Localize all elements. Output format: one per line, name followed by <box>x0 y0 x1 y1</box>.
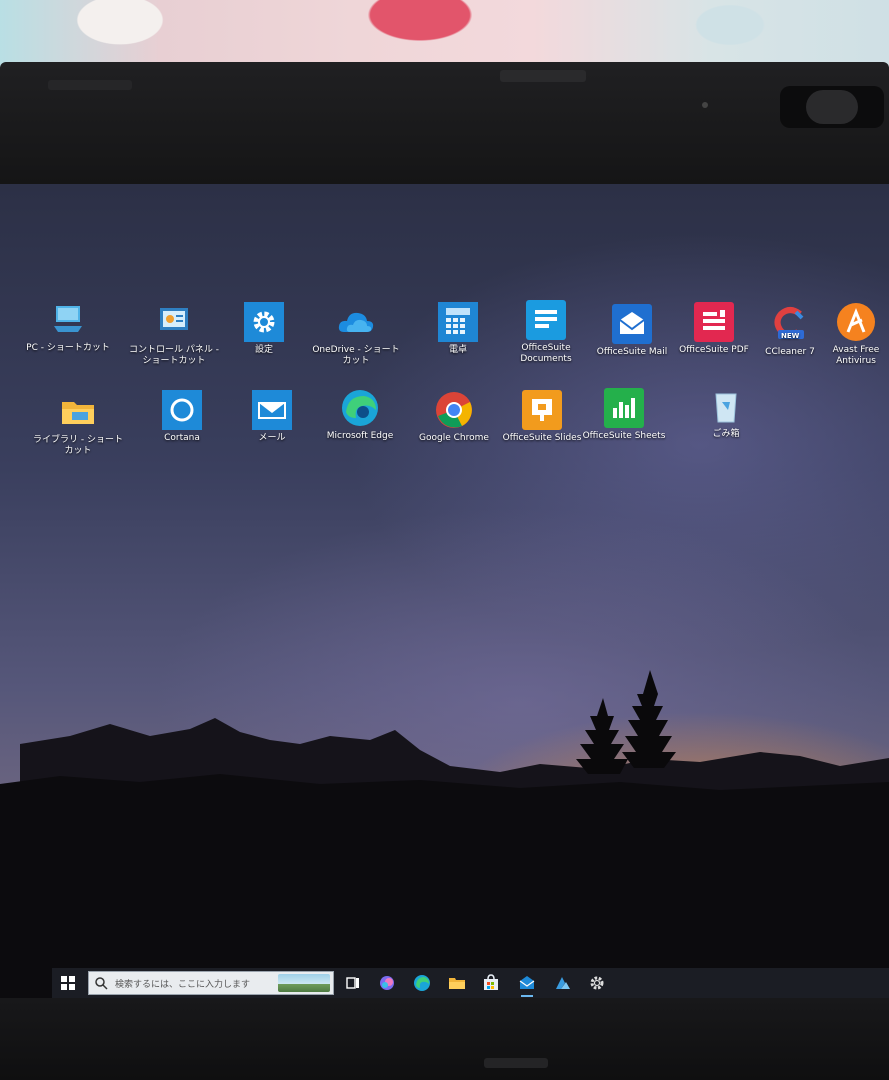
desktop-icon-officesuite-slides[interactable]: OfficeSuite Slides <box>496 390 588 444</box>
taskbar: 検索するには、ここに入力します <box>52 968 889 998</box>
edge-icon[interactable] <box>413 974 431 992</box>
bezel-bottom-latch <box>484 1058 548 1068</box>
chrome-icon <box>434 390 474 430</box>
active-indicator <box>521 995 533 997</box>
file-explorer-icon[interactable] <box>448 974 466 992</box>
webcam-privacy-cover <box>780 86 884 128</box>
windows-logo-icon <box>61 976 75 990</box>
desktop-icon-cortana[interactable]: Cortana <box>136 390 228 444</box>
store-icon[interactable] <box>482 974 500 992</box>
desktop-icon-calculator[interactable]: 電卓 <box>412 302 504 356</box>
desktop-icon-library[interactable]: ライブラリ - ショートカット <box>32 392 124 457</box>
control-panel-icon <box>154 302 194 342</box>
desktop-icon-officesuite-mail[interactable]: OfficeSuite Mail <box>586 304 678 358</box>
desktop-icon-control-panel[interactable]: コントロール パネル - ショートカット <box>128 302 220 367</box>
officesuite-slides-icon <box>522 390 562 430</box>
copilot-icon[interactable] <box>378 974 396 992</box>
search-icon <box>95 977 108 990</box>
laptop-bezel-top <box>0 62 889 184</box>
desktop-icon-onedrive[interactable]: OneDrive - ショートカット <box>310 302 402 367</box>
bezel-latch <box>500 70 586 82</box>
desktop-icon-label: OfficeSuite Sheets <box>582 431 666 441</box>
desktop-icon-label: OneDrive - ショートカット <box>312 345 400 366</box>
desktop-icon-label: Avast Free Antivirus <box>832 345 880 366</box>
desktop-icon-label: Cortana <box>164 433 200 443</box>
desktop-icon-label: Microsoft Edge <box>326 431 394 441</box>
search-highlight-image <box>278 974 330 992</box>
desktop-icon-label: ライブラリ - ショートカット <box>33 435 123 456</box>
desktop-icon-pc[interactable]: PC - ショートカット <box>22 300 114 354</box>
desktop-icon-recycle-bin[interactable]: ごみ箱 <box>680 386 772 440</box>
desktop-icon-label: OfficeSuite Documents <box>520 343 572 364</box>
azure-icon[interactable] <box>554 974 572 992</box>
edge-icon <box>340 388 380 428</box>
desktop-icon-label: 電卓 <box>448 345 467 355</box>
desktop-icon-label: コントロール パネル - ショートカット <box>129 345 219 366</box>
desktop-icon-label: PC - ショートカット <box>26 343 110 353</box>
settings-icon[interactable] <box>588 974 606 992</box>
library-folder-icon <box>58 392 98 432</box>
recycle-bin-icon <box>706 386 746 426</box>
settings-gear-icon <box>244 302 284 342</box>
mail-icon[interactable] <box>518 974 536 997</box>
task-view-icon[interactable] <box>344 974 362 992</box>
start-button[interactable] <box>60 975 76 991</box>
officesuite-pdf-icon <box>694 302 734 342</box>
avast-icon <box>836 302 876 342</box>
officesuite-documents-icon <box>526 300 566 340</box>
desktop-icon-chrome[interactable]: Google Chrome <box>408 390 500 444</box>
desktop-icon-officesuite-documents[interactable]: OfficeSuite Documents <box>500 300 592 365</box>
search-placeholder: 検索するには、ここに入力します <box>115 980 251 990</box>
pc-icon <box>48 300 88 340</box>
camera-indicator-icon <box>702 102 708 108</box>
desktop-icon-settings[interactable]: 設定 <box>218 302 310 356</box>
desktop-icon-edge[interactable]: Microsoft Edge <box>314 388 406 442</box>
calculator-icon <box>438 302 478 342</box>
desktop-icon-label: OfficeSuite Slides <box>502 433 582 443</box>
desktop-icon-avast[interactable]: Avast Free Antivirus <box>816 302 889 367</box>
desktop-icon-officesuite-sheets[interactable]: OfficeSuite Sheets <box>578 388 670 442</box>
onedrive-cloud-icon <box>336 302 376 342</box>
mail-icon <box>252 390 292 430</box>
desktop-icon-label: 設定 <box>254 345 273 355</box>
bezel-latch-left <box>48 80 132 90</box>
desktop-icon-label: OfficeSuite Mail <box>596 347 668 357</box>
cortana-icon <box>162 390 202 430</box>
ccleaner-icon: NEW <box>770 304 810 344</box>
desktop-icon-mail[interactable]: メール <box>226 390 318 444</box>
desktop-screen: PC - ショートカット コントロール パネル - ショートカット 設定 One… <box>0 184 889 998</box>
desktop-icon-label: メール <box>258 433 286 443</box>
new-badge: NEW <box>781 332 800 340</box>
desktop-icon-label: Google Chrome <box>419 433 489 443</box>
desktop-icon-label: ごみ箱 <box>712 429 740 439</box>
taskbar-search-box[interactable]: 検索するには、ここに入力します <box>88 971 334 995</box>
officesuite-mail-icon <box>612 304 652 344</box>
officesuite-sheets-icon <box>604 388 644 428</box>
laptop-bezel-bottom <box>0 998 889 1080</box>
fabric-background <box>0 0 889 70</box>
